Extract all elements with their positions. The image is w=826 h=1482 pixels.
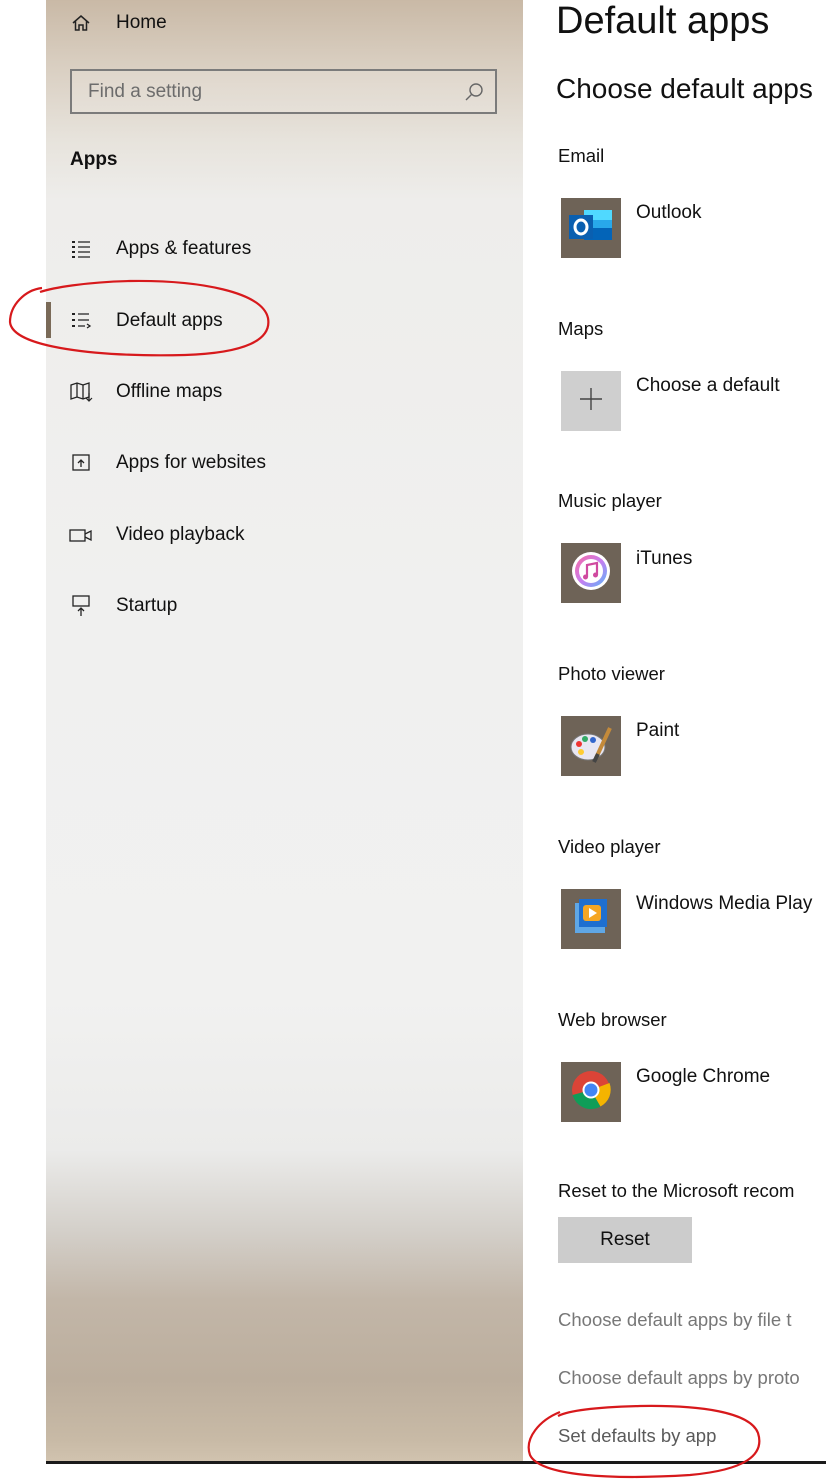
home-link[interactable]: Home — [46, 0, 523, 48]
sidebar-item-apps-for-websites[interactable]: Apps for websites — [46, 438, 523, 488]
link-set-defaults-by-app[interactable]: Set defaults by app — [558, 1425, 716, 1447]
sidebar-item-video-playback[interactable]: Video playback — [46, 510, 523, 560]
video-app-tile[interactable] — [561, 889, 621, 949]
itunes-icon — [569, 549, 613, 598]
outlook-icon — [566, 206, 616, 251]
category-photo-viewer-label: Photo viewer — [558, 663, 665, 684]
apps-features-icon — [68, 236, 94, 262]
sidebar: Home Find a setting Apps Apps & features — [46, 0, 523, 1464]
reset-button[interactable]: Reset — [558, 1217, 692, 1263]
sidebar-item-default-apps[interactable]: Default apps — [46, 296, 523, 346]
sidebar-item-label: Startup — [116, 595, 178, 616]
section-title: Apps — [70, 149, 118, 170]
sidebar-item-offline-maps[interactable]: Offline maps — [46, 367, 523, 417]
home-icon — [68, 10, 94, 36]
reset-description: Reset to the Microsoft recom — [558, 1180, 795, 1201]
home-label: Home — [116, 12, 167, 33]
category-web-browser-label: Web browser — [558, 1009, 667, 1030]
sidebar-item-label: Video playback — [116, 524, 245, 545]
category-email-label: Email — [558, 145, 605, 166]
bottom-edge — [46, 1461, 826, 1464]
sidebar-item-apps-features[interactable]: Apps & features — [46, 224, 523, 274]
video-playback-icon — [68, 522, 94, 548]
photo-app-tile[interactable] — [561, 716, 621, 776]
chrome-icon — [569, 1068, 613, 1117]
sidebar-item-startup[interactable]: Startup — [46, 581, 523, 631]
search-placeholder: Find a setting — [88, 81, 203, 102]
startup-icon — [68, 593, 94, 619]
video-app-name[interactable]: Windows Media Play — [636, 893, 812, 915]
sidebar-item-label: Offline maps — [116, 381, 223, 402]
browser-app-tile[interactable] — [561, 1062, 621, 1122]
offline-maps-icon — [68, 379, 94, 405]
maps-app-name[interactable]: Choose a default — [636, 375, 780, 397]
photo-app-name[interactable]: Paint — [636, 720, 679, 742]
category-maps-label: Maps — [558, 318, 604, 339]
sidebar-item-label: Default apps — [116, 310, 223, 331]
search-input[interactable]: Find a setting — [70, 69, 497, 114]
apps-for-websites-icon — [68, 450, 94, 476]
windows-media-player-icon — [569, 895, 613, 944]
paint-icon — [568, 722, 614, 771]
default-apps-icon — [68, 308, 94, 334]
music-app-tile[interactable] — [561, 543, 621, 603]
main-panel: Default apps Choose default apps Email O… — [523, 0, 826, 1464]
link-by-file-type[interactable]: Choose default apps by file t — [558, 1309, 791, 1331]
section-heading: Choose default apps — [556, 73, 813, 104]
maps-app-tile[interactable] — [561, 371, 621, 431]
email-app-tile[interactable] — [561, 198, 621, 258]
sidebar-item-label: Apps for websites — [116, 452, 266, 473]
page-title: Default apps — [556, 0, 770, 42]
link-by-protocol[interactable]: Choose default apps by proto — [558, 1367, 800, 1389]
email-app-name[interactable]: Outlook — [636, 202, 701, 224]
music-app-name[interactable]: iTunes — [636, 548, 692, 570]
search-icon — [463, 81, 485, 103]
sidebar-item-label: Apps & features — [116, 238, 252, 259]
browser-app-name[interactable]: Google Chrome — [636, 1066, 770, 1088]
plus-icon — [578, 386, 604, 417]
category-music-player-label: Music player — [558, 490, 662, 511]
category-video-player-label: Video player — [558, 836, 661, 857]
settings-window: Home Find a setting Apps Apps & features — [0, 0, 826, 1482]
